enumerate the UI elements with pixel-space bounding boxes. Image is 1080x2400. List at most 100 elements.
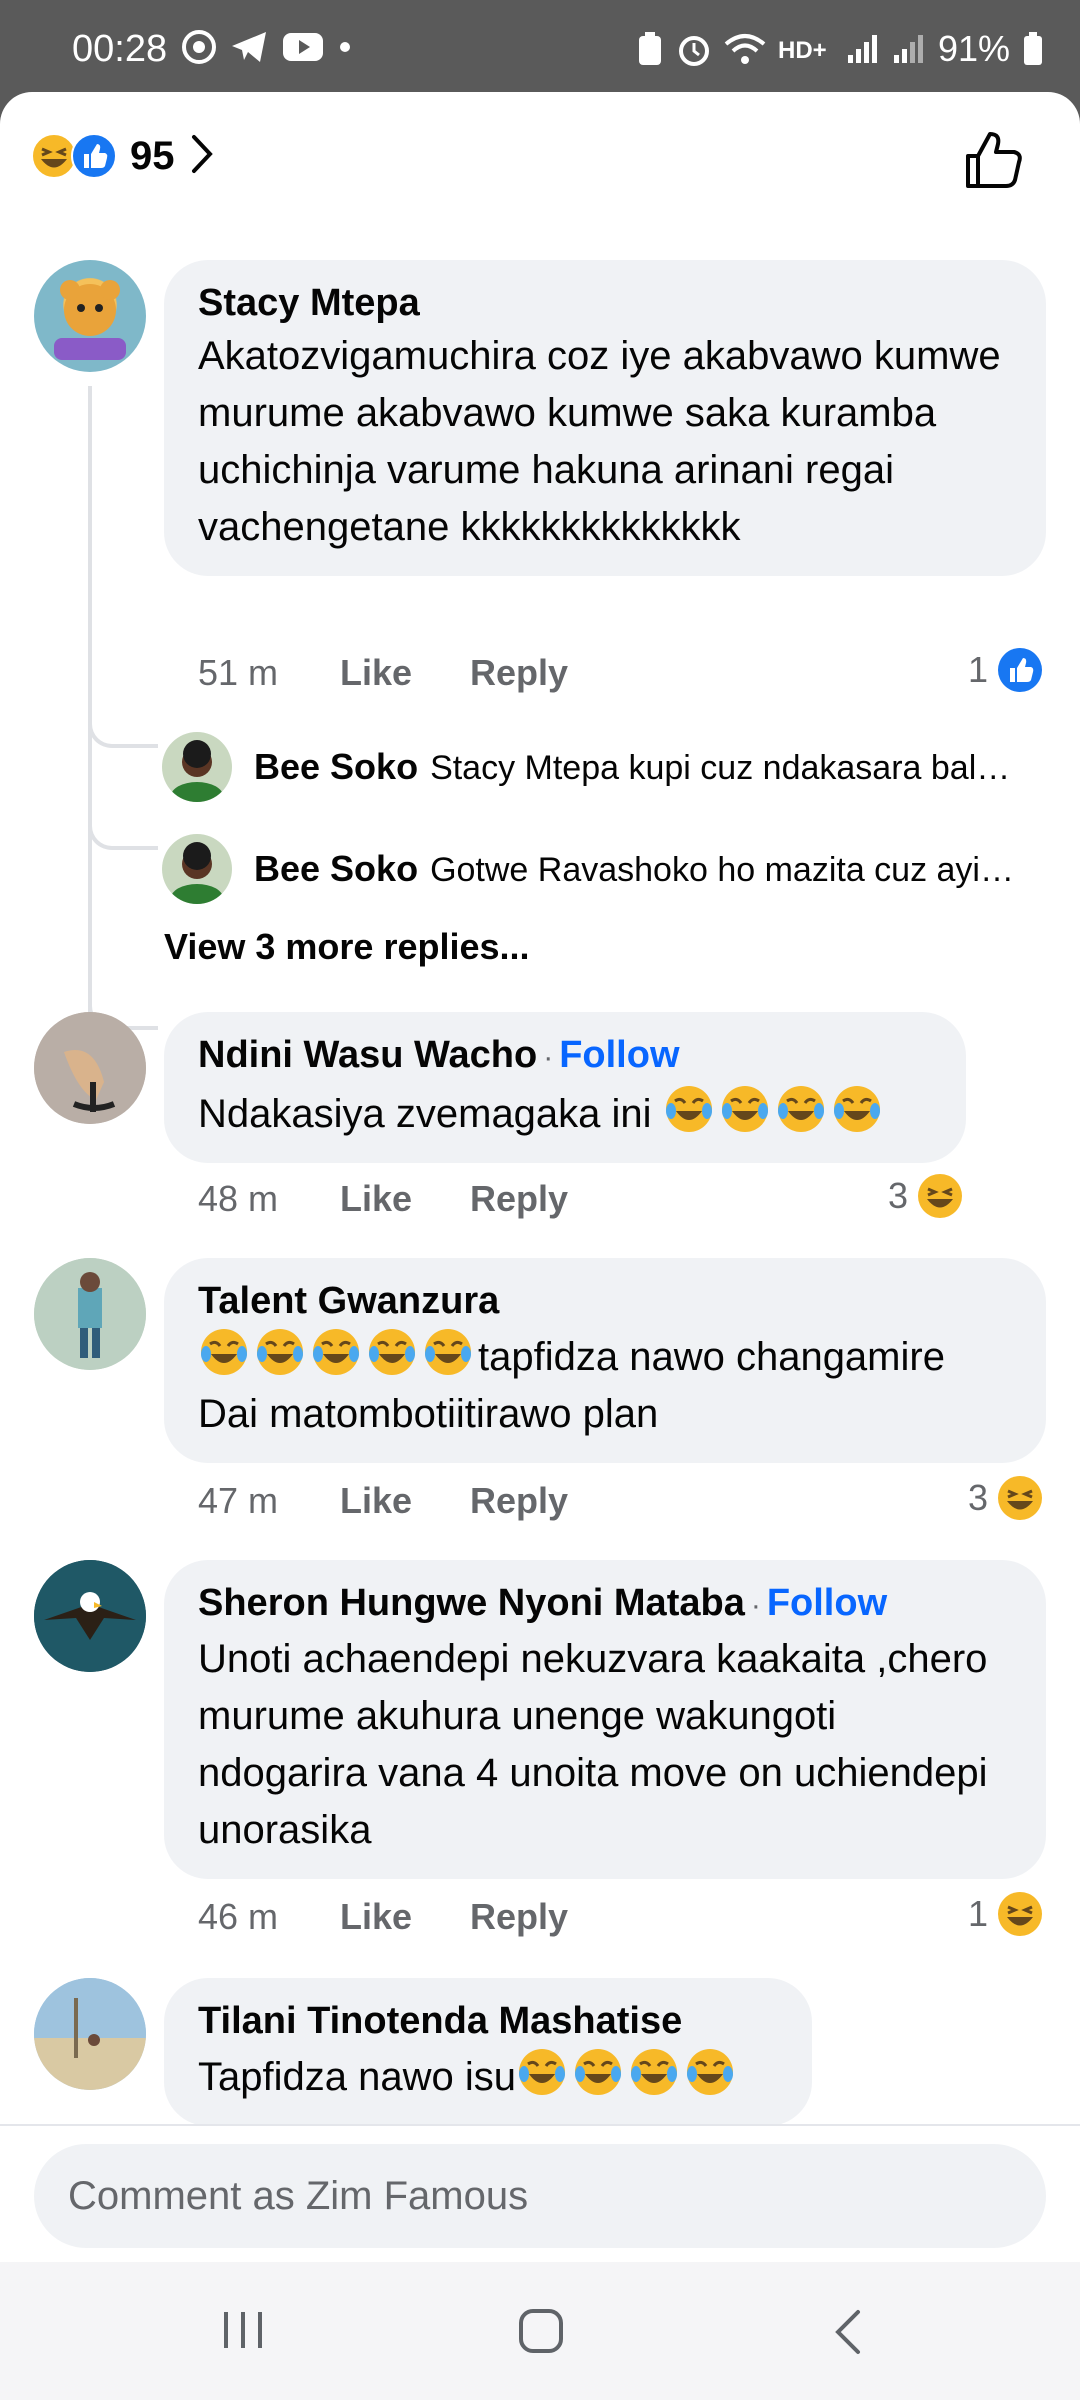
reply-button[interactable]: Reply	[470, 652, 568, 694]
reply-author[interactable]: Bee Soko	[254, 746, 418, 787]
thread-connector	[88, 718, 158, 748]
avatar[interactable]	[34, 1560, 146, 1672]
comment-time: 48 m	[198, 1178, 279, 1219]
laugh-cry-emoji	[516, 2049, 572, 2099]
like-button[interactable]: Like	[340, 1480, 470, 1522]
reply-button[interactable]: Reply	[470, 1896, 568, 1938]
comment-author[interactable]: Sheron Hungwe Nyoni Mataba	[198, 1582, 745, 1624]
comment-text: Akatozvigamuchira coz iye akabvawo kumwe…	[198, 334, 1001, 549]
avatar[interactable]	[34, 1258, 146, 1370]
like-post-button[interactable]	[962, 128, 1026, 192]
svg-text:HD+: HD+	[778, 37, 827, 64]
avatar	[162, 834, 232, 904]
comment-text: Unoti achaendepi nekuzvara kaakaita ,che…	[198, 1637, 988, 1852]
laugh-emoji	[916, 1172, 964, 1220]
separator-dot: ·	[543, 1041, 554, 1074]
avatar	[162, 732, 232, 802]
reply-item[interactable]: Bee Soko Gotwe Ravashoko ho mazita cuz ay…	[162, 834, 1042, 904]
comment-text-row: Ndakasiya zvemagaka ini	[198, 1083, 932, 1143]
comment-bubble[interactable]: Talent Gwanzura tapfidza nawo changamire…	[164, 1258, 1046, 1463]
battery-percent: 91%	[937, 28, 1010, 69]
comment-text: Ndakasiya zvemagaka ini	[198, 1092, 663, 1136]
avatar[interactable]	[34, 260, 146, 372]
reply-button[interactable]: Reply	[470, 1178, 568, 1220]
system-nav-bar	[0, 2262, 1080, 2400]
comment-actions: 48 m Like Reply	[198, 1178, 568, 1220]
like-button[interactable]: Like	[340, 652, 470, 694]
signal-icon	[846, 33, 880, 65]
separator-dot: ·	[750, 1589, 761, 1622]
comments-sheet: 95 Stacy Mtepa Akatozvigamuchira coz iye…	[0, 92, 1080, 2262]
laugh-cry-emoji	[663, 1086, 719, 1136]
comment-bubble[interactable]: Ndini Wasu Wacho · Follow Ndakasiya zvemag…	[164, 1012, 966, 1163]
comment-reactions[interactable]: 1	[968, 1890, 1044, 1938]
comment-author[interactable]: Talent Gwanzura	[198, 1276, 1012, 1326]
recents-icon	[224, 2312, 262, 2348]
comment-reactions[interactable]: 3	[888, 1172, 964, 1220]
comment-bubble[interactable]: Stacy Mtepa Akatozvigamuchira coz iye ak…	[164, 260, 1046, 576]
battery-icon	[1022, 31, 1044, 67]
comment-actions: 46 m Like Reply	[198, 1896, 568, 1938]
signal-icon	[892, 33, 926, 65]
reactions-summary[interactable]: 95	[30, 132, 215, 180]
comment-reactions[interactable]: 1	[968, 646, 1044, 694]
battery-saver-icon	[636, 31, 664, 67]
follow-button[interactable]: Follow	[559, 1034, 679, 1076]
comment-actions: 51 m Like Reply	[198, 652, 568, 694]
laugh-cry-emoji	[719, 1086, 775, 1136]
laugh-cry-emoji	[254, 1329, 310, 1379]
comment-input[interactable]: Comment as Zim Famous	[34, 2144, 1046, 2248]
comment-author[interactable]: Tilani Tinotenda Mashatise	[198, 1996, 778, 2046]
follow-button[interactable]: Follow	[767, 1582, 887, 1624]
reaction-count: 95	[130, 133, 175, 178]
avatar[interactable]	[34, 1978, 146, 2090]
comment-author[interactable]: Stacy Mtepa	[198, 278, 1012, 328]
laugh-cry-emoji	[572, 2049, 628, 2099]
laugh-cry-emoji	[775, 1086, 831, 1136]
thumbs-up-icon	[966, 132, 1022, 188]
clock: 00:28	[72, 28, 168, 70]
avatar[interactable]	[34, 1012, 146, 1124]
reply-author[interactable]: Bee Soko	[254, 848, 418, 889]
comment-time: 51 m	[198, 652, 279, 693]
comment-time: 47 m	[198, 1480, 279, 1521]
chevron-right-icon	[189, 133, 215, 180]
comment-time: 46 m	[198, 1896, 279, 1937]
comment-text-row: Tapfidza nawo isu	[198, 2046, 778, 2106]
home-icon	[519, 2309, 563, 2353]
reactions-header: 95	[0, 92, 1080, 222]
reaction-count: 1	[967, 649, 988, 690]
telegram-icon	[230, 30, 268, 64]
comment-bubble[interactable]: Tilani Tinotenda Mashatise Tapfidza nawo…	[164, 1978, 812, 2126]
laugh-emoji	[996, 1890, 1044, 1938]
hd-call-icon: HD+	[778, 34, 834, 64]
like-button[interactable]: Like	[340, 1178, 470, 1220]
reaction-count: 3	[967, 1477, 988, 1518]
view-more-replies-link[interactable]: View 3 more replies...	[164, 926, 530, 968]
home-button[interactable]	[518, 2308, 564, 2359]
reply-button[interactable]: Reply	[470, 1480, 568, 1522]
reply-body: Stacy Mtepa kupi cuz ndakasara bal…	[430, 749, 1011, 787]
dot-icon	[338, 40, 352, 54]
chrome-icon	[182, 30, 216, 64]
comment-text: Tapfidza nawo isu	[198, 2055, 516, 2099]
like-icon	[996, 646, 1044, 694]
reply-body: Gotwe Ravashoko ho mazita cuz ayi…	[430, 851, 1014, 889]
laugh-cry-emoji	[310, 1329, 366, 1379]
comment-text-row: tapfidza nawo changamire Dai matombotiit…	[198, 1326, 1012, 1443]
back-button[interactable]	[830, 2308, 864, 2361]
laugh-emoji	[996, 1474, 1044, 1522]
comment-header: Sheron Hungwe Nyoni Mataba · Follow	[198, 1578, 1012, 1631]
comment-author[interactable]: Ndini Wasu Wacho	[198, 1034, 537, 1076]
laugh-cry-emoji	[831, 1086, 887, 1136]
like-icon	[70, 132, 118, 180]
reply-item[interactable]: Bee Soko Stacy Mtepa kupi cuz ndakasara b…	[162, 732, 1042, 802]
comment-bubble[interactable]: Sheron Hungwe Nyoni Mataba · Follow Unoti …	[164, 1560, 1046, 1879]
reply-text: Bee Soko Gotwe Ravashoko ho mazita cuz ay…	[254, 848, 1014, 890]
like-button[interactable]: Like	[340, 1896, 470, 1938]
comment-composer: Comment as Zim Famous	[0, 2124, 1080, 2262]
recents-button[interactable]	[220, 2308, 266, 2357]
comment-header: Ndini Wasu Wacho · Follow	[198, 1030, 932, 1083]
comment-reactions[interactable]: 3	[968, 1474, 1044, 1522]
reaction-count: 3	[888, 1175, 909, 1216]
